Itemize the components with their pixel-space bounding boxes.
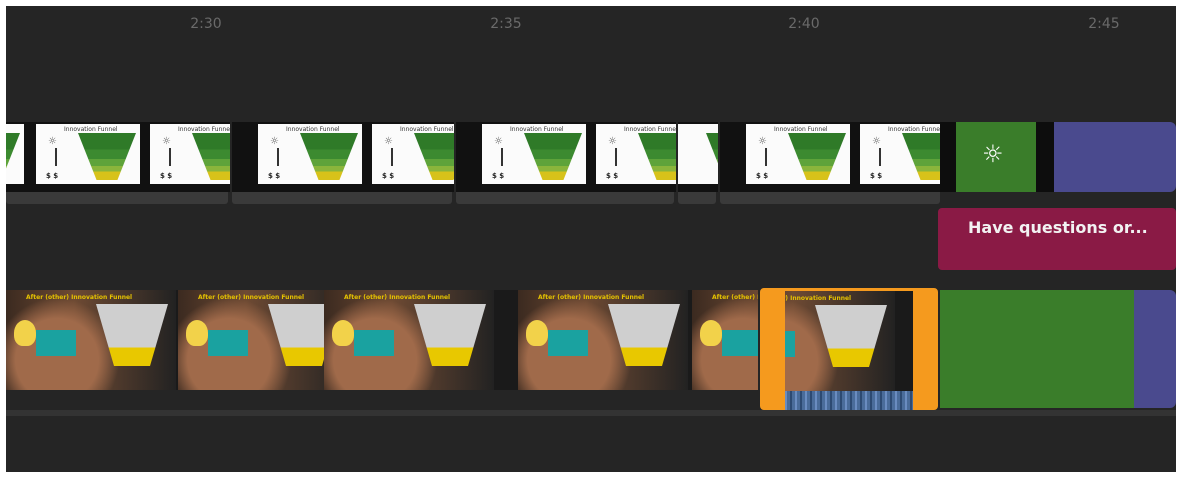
clip-thumbnail: Innovation Funnel ☼ $ $ xyxy=(746,124,850,184)
lightbulb-icon: ☼ xyxy=(270,136,279,147)
track-gap xyxy=(1036,122,1054,192)
lightbulb-icon: ☼ xyxy=(494,136,503,147)
track-gap xyxy=(940,122,956,192)
clip-handle[interactable] xyxy=(232,192,452,204)
clip-thumbnail: After (other) Innovation Funnel xyxy=(785,291,913,391)
video-track-top: Innovation Funnel ☼ $ $ Innovation Funnel ☼… xyxy=(6,122,1176,204)
lightbulb-icon: ☼ xyxy=(608,136,617,147)
lightbulb-icon: ☼ xyxy=(758,136,767,147)
clip-thumbnail: Innovation Funnel ☼ $ $ xyxy=(860,124,940,184)
clip-handle[interactable] xyxy=(678,192,716,204)
slide-clip[interactable]: Innovation Funnel ☼ $ $ Innovation Funnel ☼… xyxy=(720,122,940,192)
clip-handle[interactable] xyxy=(720,192,940,204)
ruler-tick: 2:35 xyxy=(490,16,522,32)
title-clip[interactable]: Have questions or... xyxy=(938,208,1176,270)
selected-video-clip[interactable]: After (other) Innovation Funnel xyxy=(760,288,938,411)
video-track-bottom: After (other) Innovation Funnel After (o… xyxy=(6,288,1176,418)
clip-thumbnail xyxy=(6,124,24,184)
clip-thumbnail: After (other) Innovation Funnel xyxy=(178,290,348,390)
icon-clip[interactable]: ☼ xyxy=(956,122,1036,192)
ruler-tick: 2:30 xyxy=(190,16,222,32)
title-clip-label: Have questions or... xyxy=(968,218,1148,237)
track-footer xyxy=(6,410,1176,416)
lightbulb-icon: ☼ xyxy=(384,136,393,147)
timeline-panel[interactable]: 2:30 2:35 2:40 2:45 Innovation Funnel ☼ $ … xyxy=(6,6,1176,472)
lightbulb-icon: ☼ xyxy=(48,136,57,147)
clip-handle[interactable] xyxy=(6,192,228,204)
clip-thumbnail: After (other) Innovation Funnel xyxy=(518,290,688,390)
clip-thumbnail xyxy=(678,124,718,184)
color-clip[interactable] xyxy=(940,290,1134,408)
clip-thumbnail: After (other) Innovation Funnel xyxy=(324,290,494,390)
clip-thumbnail: Innovation Funnel ☼ $ $ xyxy=(482,124,586,184)
clip-thumbnail: After (other) Innovation Funnel xyxy=(692,290,758,390)
color-clip[interactable] xyxy=(1054,122,1176,192)
video-clip[interactable]: After (other) Innovation Funnel After (o… xyxy=(6,290,758,390)
lightbulb-icon: ☼ xyxy=(982,140,1004,168)
lightbulb-icon: ☼ xyxy=(872,136,881,147)
ruler-tick: 2:40 xyxy=(788,16,820,32)
ruler-tick: 2:45 xyxy=(1088,16,1120,32)
color-clip[interactable] xyxy=(1134,290,1176,408)
slide-clip[interactable]: Innovation Funnel ☼ $ $ Innovation Funnel ☼… xyxy=(6,122,230,192)
clip-handle[interactable] xyxy=(456,192,674,204)
audio-waveform xyxy=(785,391,913,411)
clip-thumbnail: After (other) Innovation Funnel xyxy=(6,290,176,390)
clip-thumbnail: Innovation Funnel ☼ $ $ xyxy=(372,124,454,184)
slide-clip[interactable] xyxy=(678,122,718,192)
clip-thumbnail: Innovation Funnel ☼ $ $ xyxy=(258,124,362,184)
slide-clip[interactable]: Innovation Funnel ☼ $ $ Innovation Funnel ☼… xyxy=(456,122,676,192)
slide-clip[interactable]: Innovation Funnel ☼ $ $ Innovation Funnel ☼… xyxy=(232,122,454,192)
time-ruler[interactable]: 2:30 2:35 2:40 2:45 xyxy=(6,6,1176,48)
clip-thumbnail: Innovation Funnel ☼ $ $ xyxy=(596,124,676,184)
clip-thumbnail: Innovation Funnel ☼ $ $ xyxy=(150,124,230,184)
lightbulb-icon: ☼ xyxy=(162,136,171,147)
title-track: Have questions or... xyxy=(6,206,1176,272)
clip-thumbnail: Innovation Funnel ☼ $ $ xyxy=(36,124,140,184)
